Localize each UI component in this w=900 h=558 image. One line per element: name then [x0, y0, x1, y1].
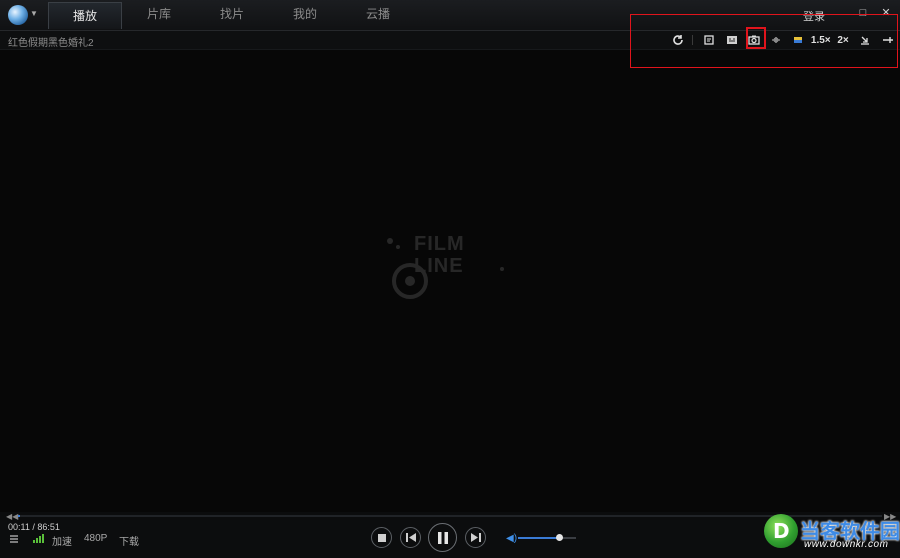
previous-button[interactable]: [400, 527, 421, 548]
app-logo-icon[interactable]: [8, 5, 28, 25]
previous-icon: [405, 533, 416, 542]
tab-find[interactable]: 找片: [196, 0, 268, 28]
site-url: www.downkr.com: [804, 539, 889, 550]
network-signal-icon: [33, 534, 45, 543]
stop-button[interactable]: [371, 527, 392, 548]
playlist-icon[interactable]: [10, 535, 18, 543]
next-button[interactable]: [465, 527, 486, 548]
progress-track[interactable]: [18, 515, 882, 517]
volume-fill: [518, 537, 559, 539]
menu-dropdown-icon[interactable]: ▼: [30, 9, 38, 18]
site-logo-icon: D: [764, 514, 798, 548]
main-tabs: 播放 片库 找片 我的 云播: [48, 0, 415, 30]
video-watermark: FILM LINE: [380, 233, 520, 313]
pause-button[interactable]: [428, 523, 457, 552]
download-button[interactable]: 下载: [119, 533, 139, 548]
tab-mine[interactable]: 我的: [269, 0, 341, 28]
tab-library[interactable]: 片库: [123, 0, 195, 28]
timecode: 00:11 / 86:51: [8, 522, 60, 532]
volume-icon[interactable]: ◀): [506, 533, 517, 544]
tab-play[interactable]: 播放: [48, 2, 122, 29]
quality-selector[interactable]: 480P: [84, 533, 107, 544]
stop-icon: [377, 533, 386, 542]
site-watermark: D 当客软件园 www.downkr.com: [762, 512, 900, 558]
volume-knob[interactable]: [555, 534, 563, 541]
site-logo-letter: D: [773, 519, 790, 543]
progress-fill: [18, 515, 20, 517]
pause-icon: [437, 531, 448, 544]
accelerate-label[interactable]: 加速: [52, 533, 72, 548]
watermark-line-2: LINE: [414, 255, 464, 277]
tab-cloud[interactable]: 云播: [342, 0, 414, 28]
video-title: 红色假期黑色婚礼2: [8, 38, 94, 49]
watermark-line-1: FILM: [414, 233, 465, 255]
next-icon: [470, 533, 481, 542]
annotation-screenshot-box: [746, 27, 766, 49]
